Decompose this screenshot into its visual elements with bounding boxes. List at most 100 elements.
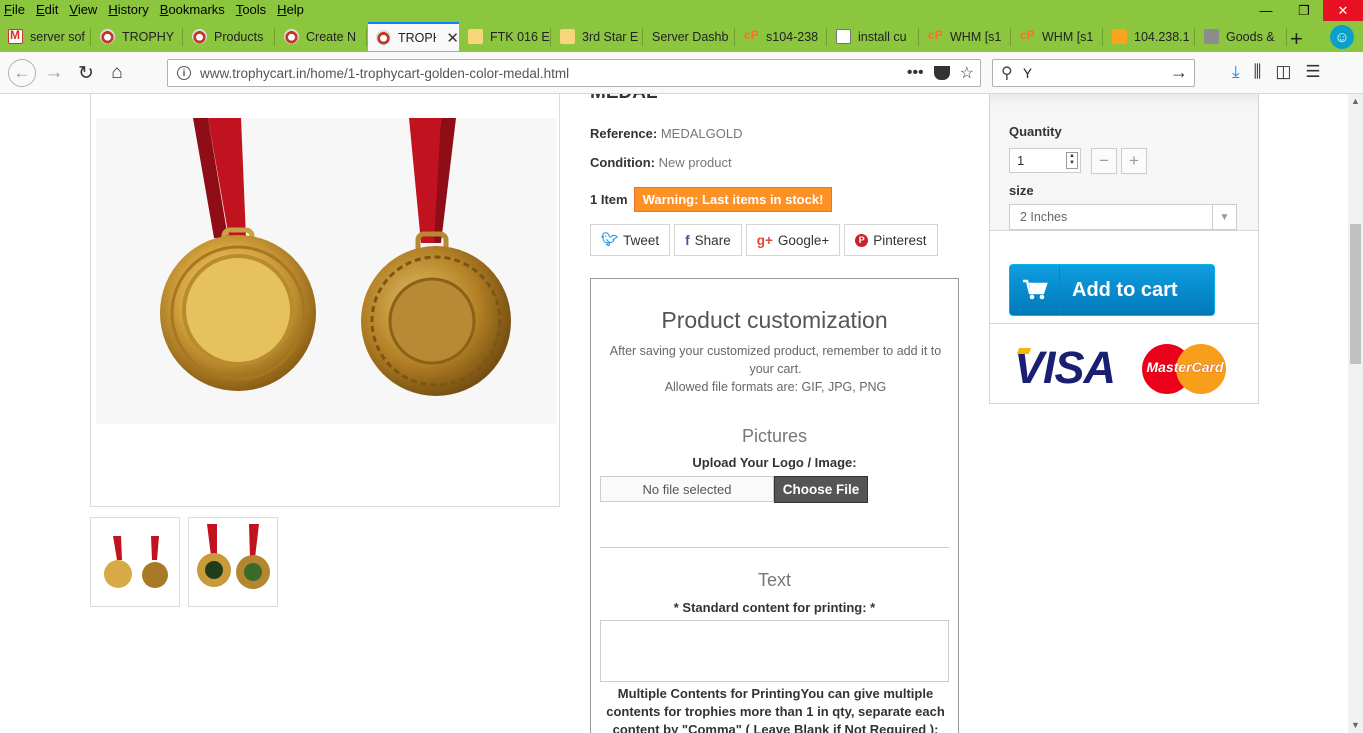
reference-value: MEDALGOLD [660, 126, 743, 141]
tab-whm-1[interactable]: WHM [s1 [920, 22, 1011, 51]
text-section-title: Text [757, 570, 791, 590]
search-bar[interactable]: ⚲ Y → [992, 59, 1195, 87]
pocket-icon[interactable] [933, 66, 950, 80]
tab-label: Create N [306, 29, 357, 44]
tab-label: Products [214, 29, 264, 44]
quantity-plus-button[interactable]: + [1121, 148, 1147, 174]
quantity-spinner[interactable]: ▲ ▼ [1066, 152, 1078, 169]
facebook-share-button[interactable]: f Share [674, 224, 742, 256]
menu-edit[interactable]: Edit [36, 2, 58, 17]
tab-label: TROPH [398, 30, 436, 45]
scrollbar-thumb[interactable] [1350, 224, 1361, 364]
address-bar[interactable]: i www.trophycart.in/home/1-trophycart-go… [167, 59, 981, 87]
new-tab-button[interactable]: + [1290, 26, 1303, 52]
size-select[interactable]: 2 Inches ▼ [1009, 204, 1237, 230]
social-share-buttons: 🐦︎ Tweet f Share g+ Google+ P Pinterest [590, 224, 938, 256]
tab-ftk[interactable]: FTK 016 E [460, 22, 551, 51]
product-customization-panel: Product customization After saving your … [590, 278, 959, 733]
tab-trophy-active[interactable]: TROPH ✕ [368, 22, 459, 51]
share-label: Share [694, 232, 731, 248]
accessibility-extension-icon[interactable]: ☺ [1330, 25, 1354, 49]
menu-tools[interactable]: Tools [236, 2, 266, 17]
page-info-icon[interactable]: i [177, 66, 191, 80]
tab-trophy-1[interactable]: TROPHY [92, 22, 183, 51]
tab-goods[interactable]: Goods & [1196, 22, 1287, 51]
tab-gmail[interactable]: server sof [0, 22, 91, 51]
url-text[interactable]: www.trophycart.in/home/1-trophycart-gold… [200, 66, 569, 81]
multiple-contents-label: Multiple Contents for PrintingYou can gi… [606, 686, 945, 733]
sidebar-icon[interactable]: ◫ [1275, 62, 1291, 82]
phpmyadmin-icon [1112, 29, 1127, 44]
download-icon[interactable]: ⤓ [1232, 62, 1240, 82]
pinterest-icon: P [855, 233, 869, 247]
page-scrollbar[interactable]: ▲ ▼ [1348, 94, 1363, 733]
product-thumbnail-1[interactable] [90, 517, 180, 607]
tab-phpmyadmin[interactable]: 104.238.1 [1104, 22, 1195, 51]
add-to-cart-button[interactable]: Add to cart [1009, 264, 1215, 316]
choose-file-button[interactable]: Choose File [774, 476, 868, 503]
quantity-value[interactable]: 1 [1017, 153, 1024, 168]
product-main-image[interactable] [96, 118, 556, 424]
chevron-down-icon[interactable]: ▼ [1212, 205, 1236, 229]
product-thumbnail-2[interactable] [188, 517, 278, 607]
menu-history[interactable]: History [108, 2, 148, 17]
thumbnail-image [91, 518, 179, 606]
tab-label: Goods & [1226, 29, 1275, 44]
tab-strip: server sof TROPHY Products Create N TROP… [0, 21, 1363, 52]
window-controls: — ❐ ✕ [1247, 0, 1363, 21]
restore-button[interactable]: ❐ [1285, 0, 1323, 21]
condition-label: Condition: [590, 155, 655, 170]
search-icon: ⚲ [1001, 65, 1013, 82]
bookmark-star-icon[interactable]: ☆ [960, 63, 974, 83]
stock-row: 1 Item Warning: Last items in stock! [590, 187, 833, 212]
customization-note: After saving your customized product, re… [599, 342, 952, 396]
quantity-input[interactable]: 1 ▲ ▼ [1009, 148, 1081, 173]
scroll-up-icon[interactable]: ▲ [1351, 96, 1360, 106]
home-button[interactable]: ⌂ [105, 61, 129, 85]
pinterest-button[interactable]: P Pinterest [844, 224, 938, 256]
tab-label: server sof [30, 29, 85, 44]
close-window-button[interactable]: ✕ [1323, 0, 1363, 21]
search-input[interactable]: Y [1023, 66, 1032, 81]
tab-s104[interactable]: s104-238 [736, 22, 827, 51]
tab-products[interactable]: Products [184, 22, 275, 51]
minimize-button[interactable]: — [1247, 0, 1285, 21]
search-go-icon[interactable]: → [1170, 62, 1188, 83]
tab-create[interactable]: Create N [276, 22, 367, 51]
quantity-minus-button[interactable]: − [1091, 148, 1117, 174]
menu-file[interactable]: File [4, 2, 25, 17]
menu-help[interactable]: Help [277, 2, 304, 17]
back-button[interactable]: ← [8, 59, 36, 87]
ftk-icon [560, 29, 575, 44]
google-plus-icon: g+ [756, 232, 773, 248]
section-divider [600, 547, 949, 548]
cpanel-icon [744, 28, 759, 44]
menu-items: File Edit View History Bookmarks Tools H… [4, 2, 304, 17]
library-icon[interactable]: ⫼ [1254, 62, 1262, 82]
reference-label: Reference: [590, 126, 658, 141]
hamburger-menu-icon[interactable]: ☰ [1305, 62, 1320, 82]
file-name-display[interactable]: No file selected [600, 476, 774, 502]
twitter-icon: 🐦︎ [601, 232, 619, 247]
page-actions-icon[interactable]: ••• [907, 64, 924, 82]
tab-install[interactable]: install cu [828, 22, 919, 51]
mastercard-text: MasterCard [1146, 359, 1224, 375]
standard-content-textarea[interactable] [600, 620, 949, 682]
tab-whm-2[interactable]: WHM [s1 [1012, 22, 1103, 51]
google-plus-button[interactable]: g+ Google+ [745, 224, 841, 256]
forward-button[interactable]: → [42, 61, 66, 85]
tweet-button[interactable]: 🐦︎ Tweet [590, 224, 671, 256]
google-label: Google+ [777, 232, 830, 248]
reload-button[interactable]: ↻ [74, 61, 98, 85]
tab-label: 104.238.1 [1134, 29, 1190, 44]
tab-3rd-star[interactable]: 3rd Star E [552, 22, 643, 51]
scroll-down-icon[interactable]: ▼ [1351, 720, 1360, 730]
pictures-section-title: Pictures [741, 426, 808, 446]
tab-label: FTK 016 E [490, 29, 550, 44]
close-tab-icon[interactable]: ✕ [446, 29, 459, 47]
menu-view[interactable]: View [69, 2, 97, 17]
tab-server-dashboard[interactable]: Server Dashb [644, 22, 735, 51]
payment-logos: VISA MasterCard [1014, 340, 1229, 396]
web-page: MEDAL Reference: MEDALGOLD Condition: Ne… [0, 94, 1363, 733]
menu-bookmarks[interactable]: Bookmarks [160, 2, 225, 17]
